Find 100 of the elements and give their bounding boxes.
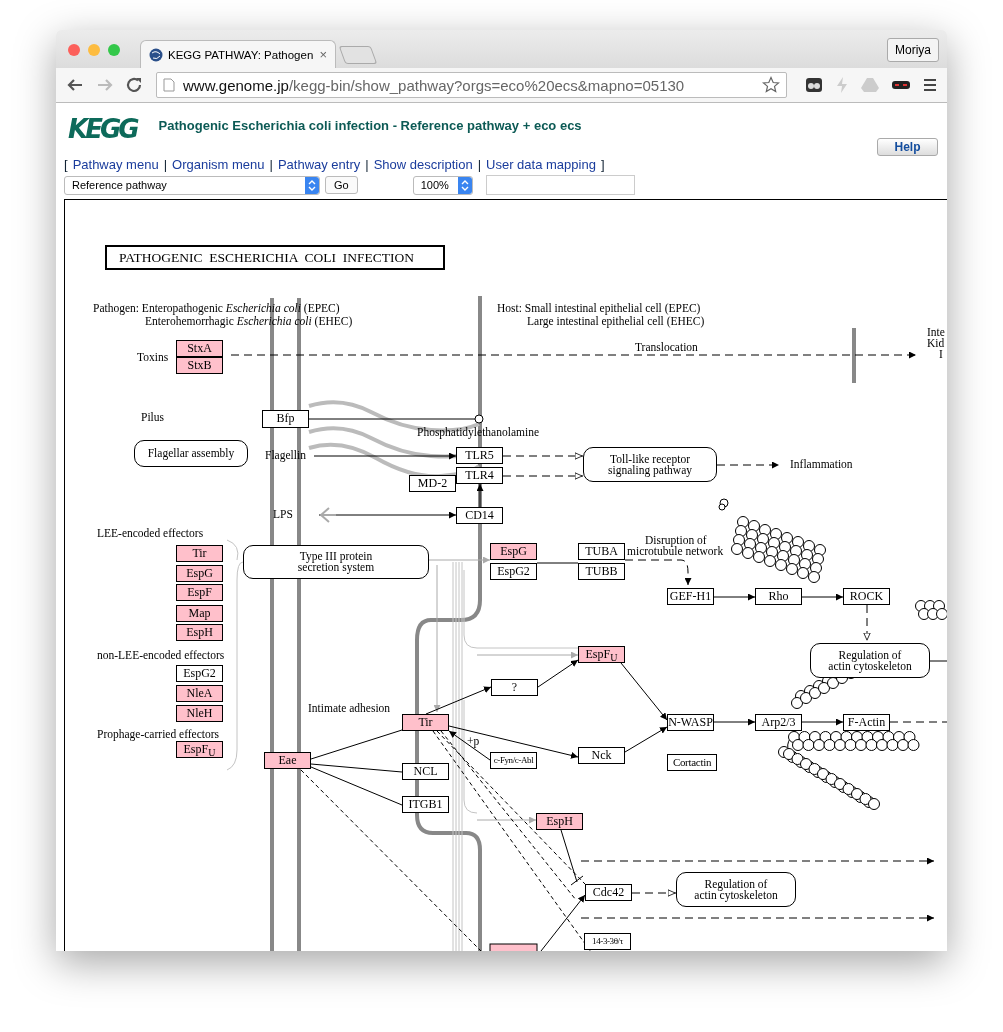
diagram-label: Intimate adhesion [308,702,391,715]
diagram-label: I [939,348,943,361]
search-field[interactable] [485,175,635,195]
diagram-label: non-LEE-encoded effectors [97,649,225,662]
gene-node[interactable]: 14-3-3θ/τ [584,933,631,950]
gene-node[interactable]: NleA [176,685,223,702]
separator-text: | [163,156,167,172]
diagram-label: Translocation [635,341,698,354]
menu-icon[interactable] [923,78,937,92]
gene-node[interactable]: NleH [176,705,223,722]
diagram-label: Disruption of [645,534,707,547]
gene-node[interactable]: c-Fyn/c-Abl [490,752,537,769]
gene-node[interactable]: NCL [402,763,449,780]
gene-node[interactable]: EspF$_{U}$ [176,741,223,758]
zoom-select[interactable]: 100% [412,175,473,195]
zoom-window-icon[interactable] [108,44,120,56]
close-tab-button[interactable]: × [319,47,327,62]
nav-link[interactable]: Pathway entry [277,156,361,172]
bracket-text: [ [64,156,68,172]
separator-text: | [365,156,369,172]
diagram-label: Pilus [141,411,164,424]
nav-link[interactable]: Show description [373,156,473,172]
gene-node[interactable]: GEF-H1 [667,588,714,605]
gene-node[interactable]: MD-2 [409,475,456,492]
diagram-label: +p [467,735,480,748]
gene-node[interactable]: Tir [176,545,223,562]
diagram-label: Enterohemorrhagic Escherichia coli (EHEC) [145,315,353,328]
gene-node[interactable]: TUBB [578,563,625,580]
diagram-label: LPS [273,508,293,521]
gene-node[interactable]: TLR5 [456,447,503,464]
pathway-map-node[interactable]: Type III protein secretion system [243,545,429,579]
minimize-window-icon[interactable] [88,44,100,56]
actin-filament-drawing [718,498,729,511]
diagram-label: Host: Small intestinal epithelial cell (EPEC) [497,302,701,315]
gene-node[interactable]: F-Actin [843,714,890,731]
close-window-icon[interactable] [68,44,80,56]
gene-node[interactable]: EspG2 [176,665,223,682]
forward-icon[interactable] [96,77,114,93]
stepper-icon [305,176,319,194]
pathway-map-node[interactable]: Regulation of actin cytoskeleton [676,872,796,907]
diagram-label: LEE-encoded effectors [97,527,204,540]
gene-node[interactable]: EspH [176,624,223,641]
gene-node[interactable]: CD14 [456,507,503,524]
pathway-map-node[interactable]: Flagellar assembly [134,440,248,467]
gene-node[interactable]: EspG2 [490,563,537,580]
nav-link[interactable]: User data mapping [486,156,596,172]
go-button[interactable]: Go [325,176,358,194]
diagram-label: Pathogen: Enteropathogenic Escherichia coli (EPEC) [93,302,340,315]
extension-icon[interactable] [805,76,823,94]
gene-box[interactable] [489,943,538,951]
profile-button[interactable]: Moriya [887,38,939,62]
gene-node[interactable]: TLR4 [456,467,503,484]
gene-node[interactable]: Tir [402,714,449,731]
pathway-select[interactable]: Reference pathway [64,175,320,195]
separator-text: | [269,156,273,172]
gene-node[interactable]: TUBA [578,543,625,560]
diagram-label: Toxins [137,351,169,364]
page-title: Pathogenic Escherichia coli infection - Reference pathway + eco ecs [158,117,582,133]
gene-node[interactable]: EspF$_{U}$ [578,646,625,663]
gene-node[interactable]: Bfp [262,410,309,428]
back-icon[interactable] [66,77,84,93]
pathway-map-node[interactable]: Toll-like receptor signaling pathway [583,447,717,482]
mask-icon[interactable] [891,78,911,92]
gene-node[interactable]: Rho [755,588,802,605]
address-bar[interactable]: www.genome.jp/kegg-bin/show_pathway?orgs=eco%20ecs&mapno=05130 [156,72,787,98]
gene-node[interactable]: Cdc42 [585,884,632,901]
star-icon[interactable] [762,76,780,94]
gene-node[interactable]: EspF [176,584,223,601]
gene-node[interactable]: StxA [176,340,223,357]
gene-node[interactable]: EspG [490,543,537,560]
diagram-label: Flagellin [265,449,306,462]
diagram-label: Large intestinal epithelial cell (EHEC) [527,315,705,328]
lightning-icon[interactable] [835,76,849,94]
gene-node[interactable]: ? [491,679,538,696]
gene-node[interactable]: Eae [264,752,311,769]
gene-node[interactable]: Arp2/3 [755,714,802,731]
diagram-label: Phosphatidylethanolamine [417,426,539,439]
stepper-icon [457,176,472,194]
gene-node[interactable]: ROCK [843,588,890,605]
gene-node[interactable]: ITGB1 [402,796,449,813]
help-button[interactable]: Help [877,138,938,156]
membrane-line [852,328,856,383]
new-tab-button[interactable] [338,46,378,64]
gene-node[interactable]: Map [176,605,223,622]
pathway-map-node[interactable]: Regulation of actin cytoskeleton [810,643,930,678]
gene-node[interactable]: StxB [176,357,223,374]
gene-node[interactable]: N-WASP [667,714,714,731]
diagram-label: microtubule network [627,545,724,558]
gene-node[interactable]: Nck [578,747,625,764]
gene-node[interactable]: Cortactin [667,754,717,771]
reload-icon[interactable] [126,77,144,93]
nav-link[interactable]: Organism menu [172,156,265,172]
page-icon [163,78,175,92]
gene-node[interactable]: EspG [176,565,223,582]
gene-node[interactable]: EspH [536,813,583,830]
kegg-logo[interactable]: KEGG [68,114,137,144]
junction-circle [474,414,484,424]
browser-tab[interactable]: KEGG PATHWAY: Pathogen × [140,40,336,68]
globe-icon [149,47,163,62]
nav-link[interactable]: Pathway menu [72,156,159,172]
